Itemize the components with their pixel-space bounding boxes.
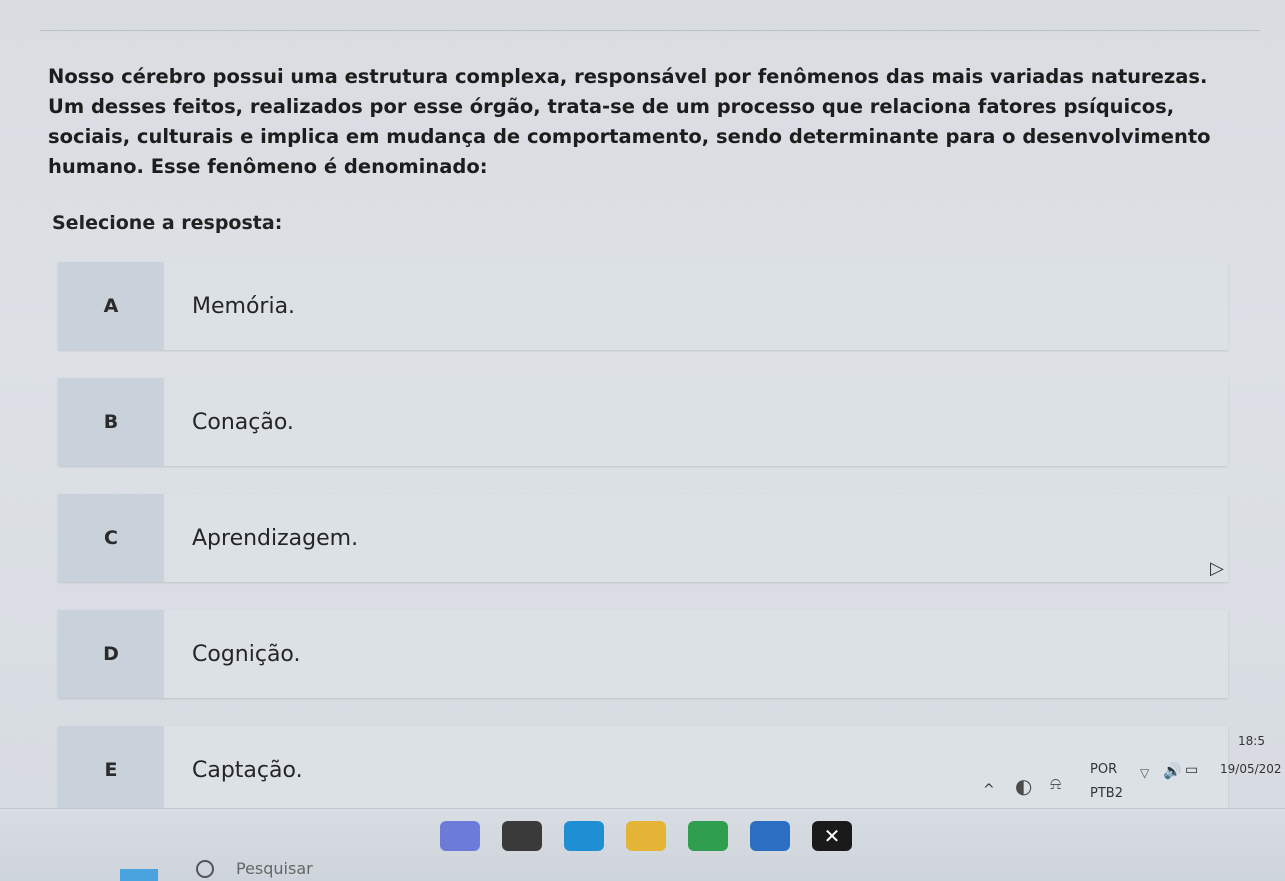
option-a[interactable]: A Memória. <box>58 262 1228 350</box>
system-tray: ^ ◐ ⍾ POR PTB2 ▽ 🔊 ▭ 18:5 19/05/202 <box>975 734 1285 808</box>
language-code: POR <box>1090 762 1118 777</box>
widgets-icon[interactable] <box>120 869 158 881</box>
taskbar-search[interactable]: Pesquisar <box>196 859 313 878</box>
search-icon <box>196 859 214 878</box>
volume-icon[interactable]: 🔊 <box>1163 762 1182 780</box>
answer-prompt: Selecione a resposta: <box>52 212 283 234</box>
keyboard-layout: PTB2 <box>1090 786 1123 801</box>
edge-icon[interactable] <box>564 821 604 851</box>
option-letter: D <box>58 610 164 698</box>
folder-icon[interactable] <box>626 821 666 851</box>
teams-icon[interactable]: ◐ <box>1015 774 1032 798</box>
taskbar: Pesquisar ✕ <box>0 808 1285 881</box>
option-c[interactable]: C Aprendizagem. <box>58 494 1228 582</box>
xbox-icon[interactable]: ✕ <box>812 821 852 851</box>
option-d[interactable]: D Cognição. <box>58 610 1228 698</box>
option-letter: A <box>58 262 164 350</box>
option-letter: E <box>58 726 164 814</box>
clock-date[interactable]: 19/05/202 <box>1220 762 1282 776</box>
chrome-icon[interactable] <box>688 821 728 851</box>
mouse-pointer-icon: ▷ <box>1210 558 1224 579</box>
option-text: Aprendizagem. <box>164 494 1228 582</box>
file-explorer-icon[interactable] <box>440 821 480 851</box>
clock-time[interactable]: 18:5 <box>1238 734 1265 748</box>
store-icon[interactable] <box>750 821 790 851</box>
wifi-icon[interactable]: ▽ <box>1140 766 1149 780</box>
answer-options: A Memória. B Conação. C Aprendizagem. D … <box>58 262 1228 842</box>
question-text: Nosso cérebro possui uma estrutura compl… <box>48 65 1211 178</box>
language-indicator[interactable]: POR PTB2 <box>1090 758 1123 806</box>
chevron-up-icon[interactable]: ^ <box>983 782 995 798</box>
option-text: Conação. <box>164 378 1228 466</box>
battery-icon[interactable]: ▭ <box>1185 762 1198 778</box>
taskview-icon[interactable] <box>502 821 542 851</box>
option-text: Cognição. <box>164 610 1228 698</box>
pinned-apps: ✕ <box>440 821 852 851</box>
search-placeholder: Pesquisar <box>236 859 313 878</box>
top-divider <box>40 30 1260 31</box>
option-text: Memória. <box>164 262 1228 350</box>
option-letter: B <box>58 378 164 466</box>
bell-off-icon[interactable]: ⍾ <box>1050 774 1061 794</box>
option-b[interactable]: B Conação. <box>58 378 1228 466</box>
option-letter: C <box>58 494 164 582</box>
